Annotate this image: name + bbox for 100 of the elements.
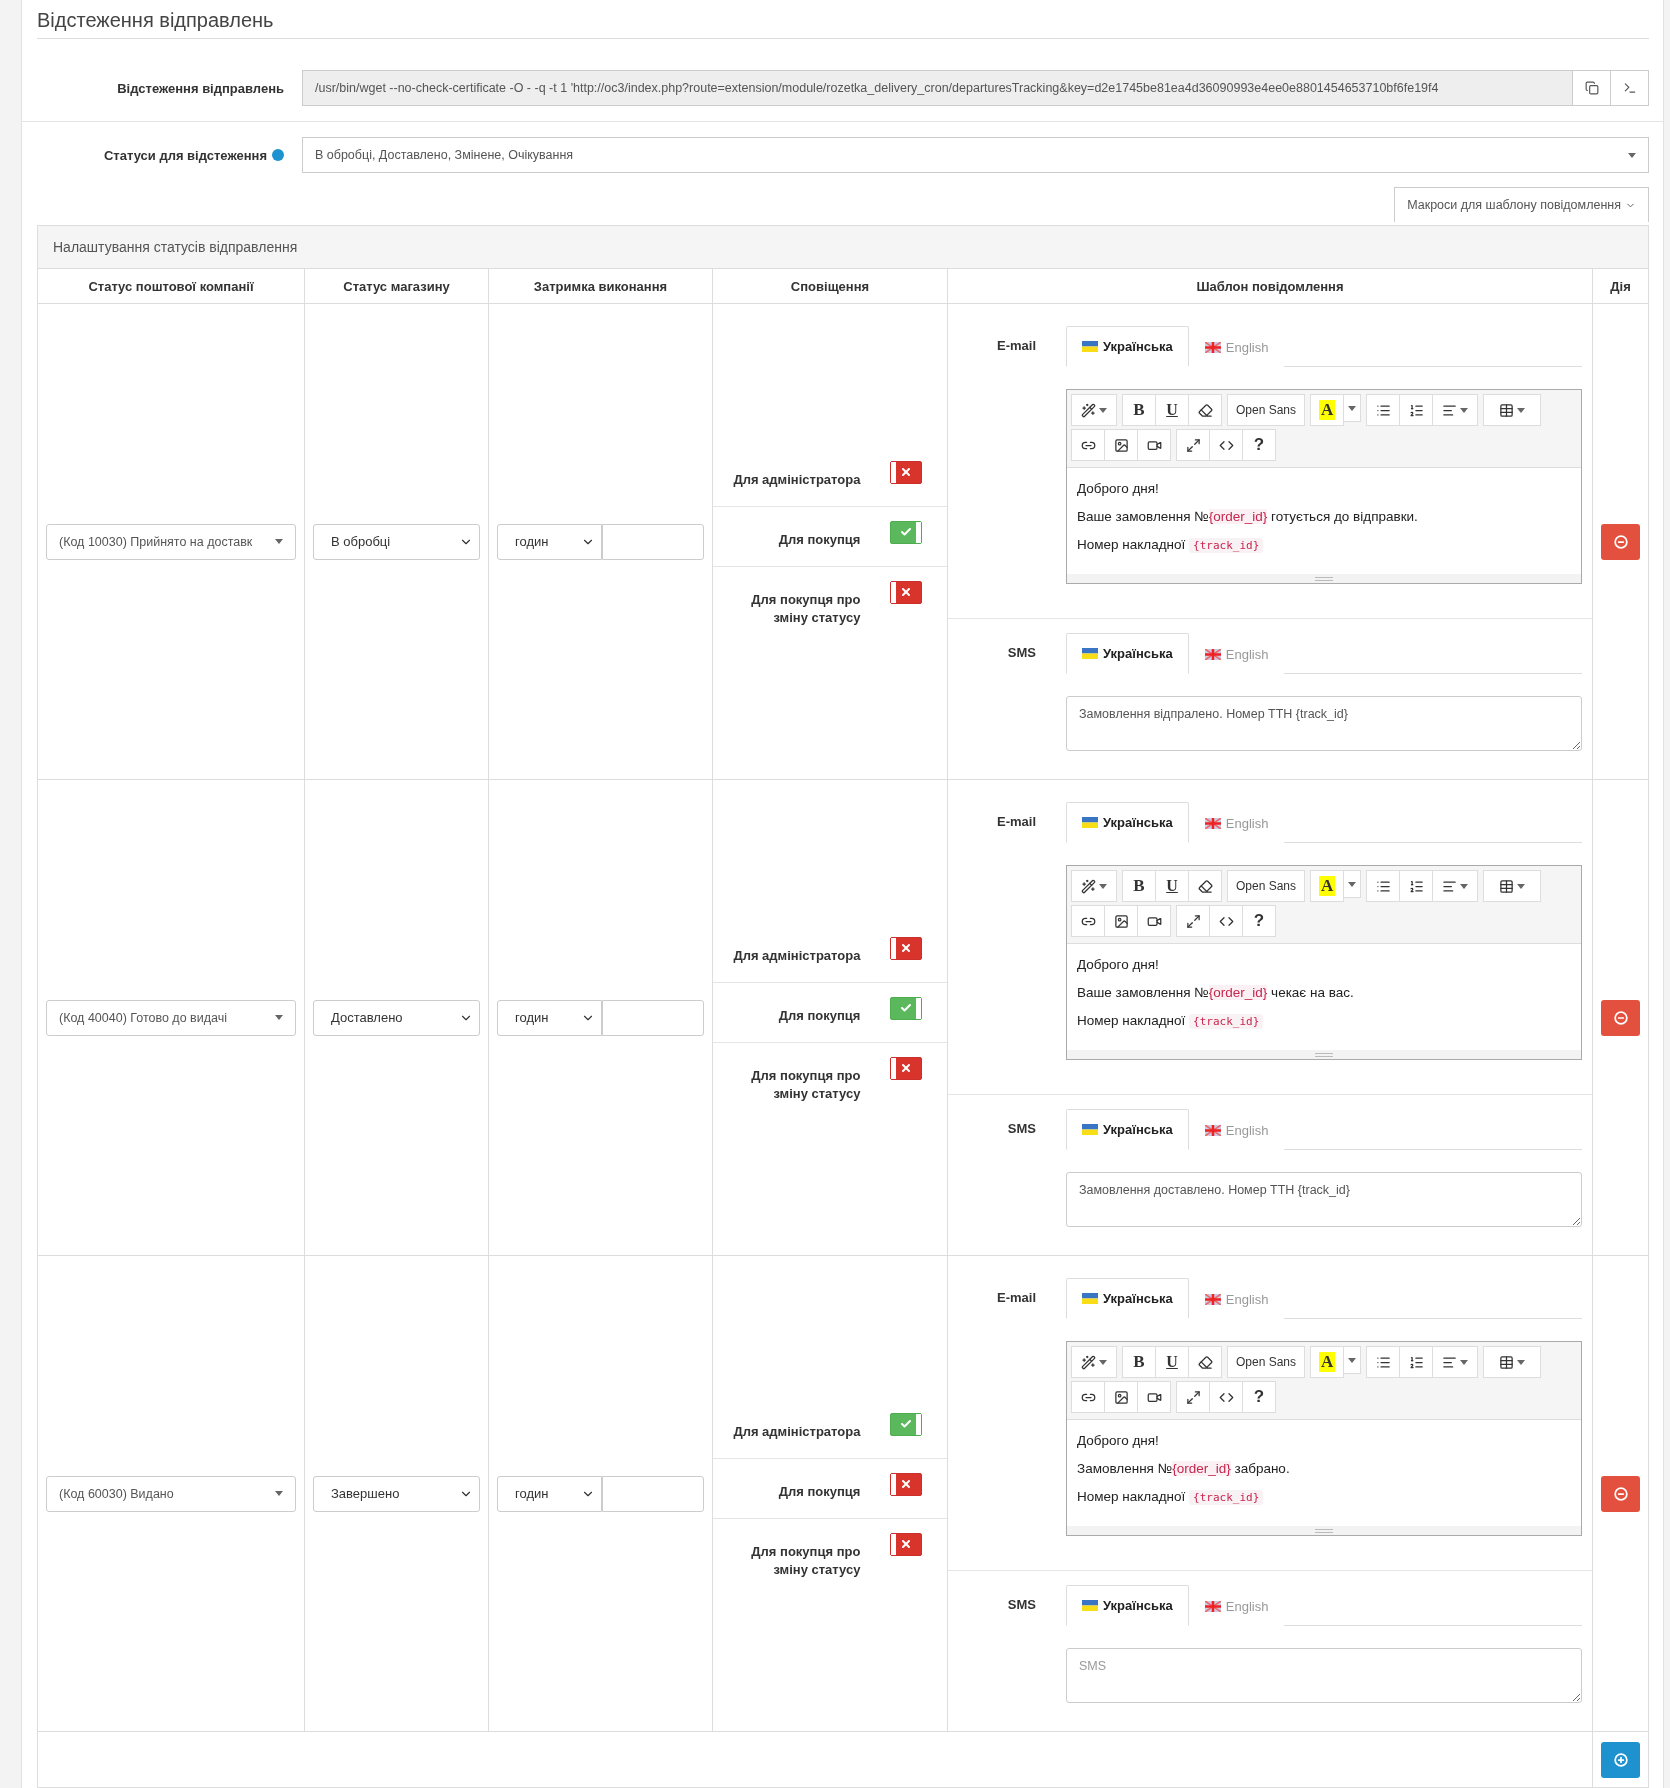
language-tab[interactable]: Українська bbox=[1066, 802, 1189, 843]
language-tab[interactable]: Українська bbox=[1066, 326, 1189, 367]
toggle-switch[interactable] bbox=[890, 996, 922, 1020]
delay-input-field[interactable] bbox=[602, 1475, 704, 1512]
image-button[interactable] bbox=[1104, 429, 1138, 461]
table-button[interactable] bbox=[1483, 870, 1542, 902]
rich-text-editor[interactable]: B U Open Sans A ? Доброго дня! Замовлення №{order_id} забрано. Номер накладної {track_id} bbox=[1066, 1341, 1582, 1536]
language-tab[interactable]: Українська bbox=[1066, 1109, 1189, 1150]
add-button[interactable] bbox=[1601, 1741, 1640, 1778]
font-button[interactable]: Open Sans bbox=[1227, 870, 1306, 902]
column-header: Шаблон повідомлення bbox=[948, 269, 1593, 304]
language-tab[interactable]: Українська bbox=[1066, 1585, 1189, 1626]
help-button[interactable]: ? bbox=[1242, 905, 1276, 937]
bold-button[interactable]: B bbox=[1122, 1346, 1156, 1378]
text-color-button[interactable]: A bbox=[1310, 1346, 1345, 1378]
store-status-select[interactable]: В обробці bbox=[313, 523, 480, 560]
sms-text-field[interactable]: Замовлення доставлено. Номер ТТН {track_id} bbox=[1066, 1172, 1582, 1227]
macros-dropdown-button[interactable]: Макроси для шаблону повідомлення bbox=[1394, 187, 1649, 222]
page-title: Відстеження відправлень bbox=[37, 0, 1649, 39]
remove-button[interactable] bbox=[1601, 999, 1640, 1036]
company-status-select[interactable]: (Код 40040) Готово до видачі bbox=[46, 999, 296, 1036]
color-dropdown-button[interactable] bbox=[1343, 394, 1362, 422]
store-status-select[interactable]: Доставлено bbox=[313, 999, 480, 1036]
numbered-list-button[interactable] bbox=[1399, 870, 1434, 902]
sms-text-field[interactable]: SMS bbox=[1066, 1648, 1582, 1703]
bullet-list-button[interactable] bbox=[1366, 394, 1401, 426]
link-button[interactable] bbox=[1071, 429, 1105, 461]
table-button[interactable] bbox=[1483, 394, 1542, 426]
remove-button[interactable] bbox=[1601, 1475, 1640, 1512]
align-button[interactable] bbox=[1432, 394, 1479, 426]
table-button[interactable] bbox=[1483, 1346, 1542, 1378]
help-button[interactable]: ? bbox=[1242, 429, 1276, 461]
color-dropdown-button[interactable] bbox=[1343, 870, 1362, 898]
toggle-switch[interactable] bbox=[890, 936, 922, 960]
delay-input-field[interactable] bbox=[602, 523, 704, 560]
code-view-button[interactable] bbox=[1209, 1381, 1243, 1413]
toggle-switch[interactable] bbox=[890, 580, 922, 604]
fullscreen-icon bbox=[1185, 913, 1201, 929]
company-status-select[interactable]: (Код 10030) Прийнято на доставк bbox=[46, 523, 296, 560]
eraser-button[interactable] bbox=[1188, 870, 1222, 902]
toggle-switch[interactable] bbox=[890, 1056, 922, 1080]
text-color-button[interactable]: A bbox=[1310, 394, 1345, 426]
numbered-list-button[interactable] bbox=[1399, 394, 1434, 426]
bullet-list-button[interactable] bbox=[1366, 1346, 1401, 1378]
fullscreen-button[interactable] bbox=[1176, 905, 1210, 937]
delay-input-field[interactable] bbox=[602, 999, 704, 1036]
help-button[interactable]: ? bbox=[1242, 1381, 1276, 1413]
bold-button[interactable]: B bbox=[1122, 870, 1156, 902]
rich-text-editor[interactable]: B U Open Sans A ? Доброго дня! Ваше замовлення №{order_id} готується до відправки. Номер накладної {track_id} bbox=[1066, 389, 1582, 584]
code-view-button[interactable] bbox=[1209, 429, 1243, 461]
language-tab[interactable]: Українська bbox=[1066, 633, 1189, 674]
ukraine-flag-icon bbox=[1082, 1293, 1098, 1304]
magic-wand-button[interactable] bbox=[1071, 1346, 1117, 1378]
link-button[interactable] bbox=[1071, 905, 1105, 937]
underline-button[interactable]: U bbox=[1155, 870, 1189, 902]
font-button[interactable]: Open Sans bbox=[1227, 1346, 1306, 1378]
magic-wand-button[interactable] bbox=[1071, 870, 1117, 902]
delay-unit-select[interactable]: годин bbox=[497, 999, 602, 1036]
underline-button[interactable]: U bbox=[1155, 1346, 1189, 1378]
copy-button[interactable] bbox=[1573, 70, 1611, 106]
rich-text-editor[interactable]: B U Open Sans A ? Доброго дня! Ваше замовлення №{order_id} чекає на вас. Номер накладної {track_id} bbox=[1066, 865, 1582, 1060]
caret-icon bbox=[275, 1015, 283, 1020]
toggle-switch[interactable] bbox=[890, 520, 922, 544]
store-status-select[interactable]: Завершено bbox=[313, 1475, 480, 1512]
color-dropdown-button[interactable] bbox=[1343, 1346, 1362, 1374]
toggle-switch[interactable] bbox=[890, 1532, 922, 1556]
command-field[interactable]: /usr/bin/wget --no-check-certificate -O - -q -t 1 'http://oc3/index.php?route=extension/module/rozetka_delivery_cron/departuresTracking&key=d2e1745be81ea4d36090993e4ee0e8801454653710bf6fe19f4 bbox=[302, 70, 1573, 106]
bullet-list-button[interactable] bbox=[1366, 870, 1401, 902]
image-button[interactable] bbox=[1104, 905, 1138, 937]
statuses-select[interactable]: В обробці, Доставлено, Змінене, Очікування bbox=[302, 137, 1649, 173]
image-button[interactable] bbox=[1104, 1381, 1138, 1413]
eraser-button[interactable] bbox=[1188, 1346, 1222, 1378]
delay-unit-select[interactable]: годин bbox=[497, 523, 602, 560]
toggle-switch[interactable] bbox=[890, 1412, 922, 1436]
font-button[interactable]: Open Sans bbox=[1227, 394, 1306, 426]
code-view-button[interactable] bbox=[1209, 905, 1243, 937]
magic-wand-button[interactable] bbox=[1071, 394, 1117, 426]
toggle-switch[interactable] bbox=[890, 1472, 922, 1496]
video-button[interactable] bbox=[1137, 429, 1171, 461]
close-icon bbox=[900, 586, 913, 598]
fullscreen-button[interactable] bbox=[1176, 429, 1210, 461]
remove-button[interactable] bbox=[1601, 523, 1640, 560]
company-status-select[interactable]: (Код 60030) Видано bbox=[46, 1475, 296, 1512]
align-button[interactable] bbox=[1432, 870, 1479, 902]
underline-button[interactable]: U bbox=[1155, 394, 1189, 426]
language-tab[interactable]: Українська bbox=[1066, 1278, 1189, 1319]
fullscreen-button[interactable] bbox=[1176, 1381, 1210, 1413]
video-button[interactable] bbox=[1137, 1381, 1171, 1413]
toggle-switch[interactable] bbox=[890, 460, 922, 484]
text-color-button[interactable]: A bbox=[1310, 870, 1345, 902]
message-paragraph: Ваше замовлення №{order_id} чекає на вас. bbox=[1077, 984, 1355, 1002]
sms-text-field[interactable]: Замовлення відпралено. Номер ТТН {track_id} bbox=[1066, 696, 1582, 751]
video-button[interactable] bbox=[1137, 905, 1171, 937]
bold-button[interactable]: B bbox=[1122, 394, 1156, 426]
link-button[interactable] bbox=[1071, 1381, 1105, 1413]
numbered-list-button[interactable] bbox=[1399, 1346, 1434, 1378]
eraser-button[interactable] bbox=[1188, 394, 1222, 426]
delay-unit-select[interactable]: годин bbox=[497, 1475, 602, 1512]
align-button[interactable] bbox=[1432, 1346, 1479, 1378]
caret-icon bbox=[1099, 1359, 1107, 1365]
